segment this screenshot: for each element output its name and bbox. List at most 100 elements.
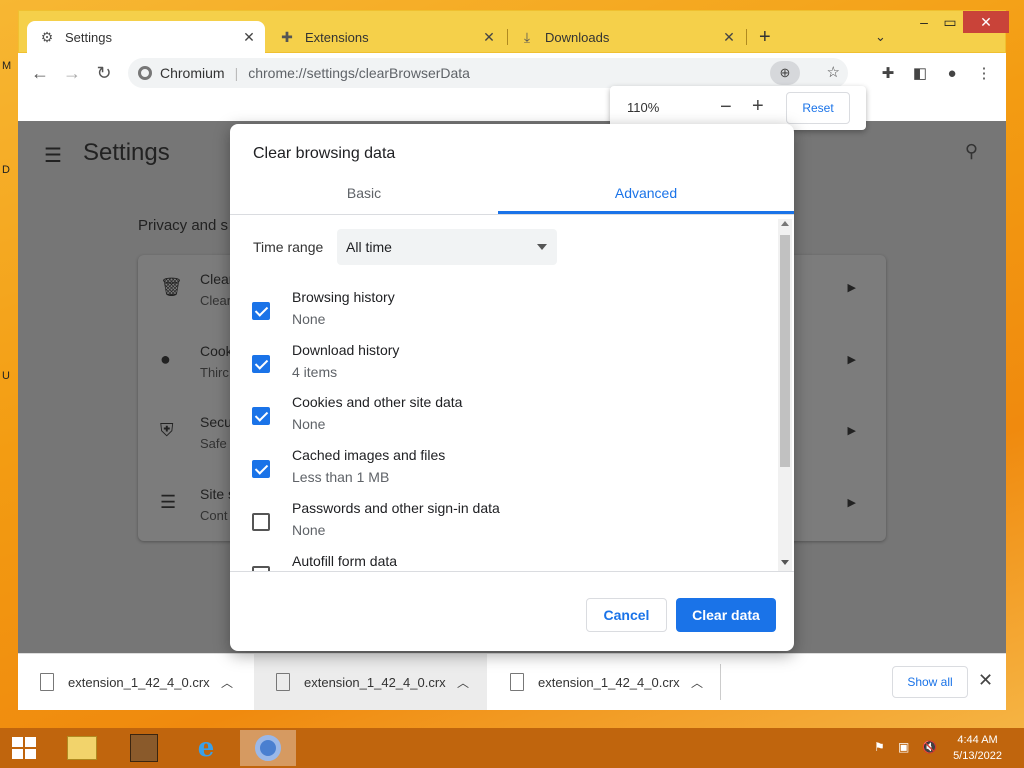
maximize-button[interactable]: ▭ (933, 11, 967, 33)
star-icon[interactable]: ☆ (827, 63, 840, 81)
close-icon[interactable]: ✕ (719, 29, 739, 46)
shield-icon: ⛨ (160, 420, 174, 440)
dialog-scrollbar[interactable] (778, 219, 792, 571)
window-close-button[interactable]: ✕ (963, 11, 1009, 33)
download-item[interactable]: extension_1_42_4_0.crx ︿ (18, 654, 251, 710)
chevron-up-icon[interactable]: ︿ (457, 674, 469, 691)
tab-search-button[interactable]: ⌄ (875, 21, 899, 53)
download-item[interactable]: extension_1_42_4_0.crx ︿ (488, 654, 721, 710)
time-range-value: All time (346, 239, 392, 255)
extensions-icon[interactable]: ✚ (876, 61, 900, 85)
side-panel-icon[interactable]: ◧ (908, 61, 932, 85)
close-icon[interactable]: ✕ (239, 29, 259, 46)
taskbar-chromium[interactable] (240, 730, 296, 766)
option-passwords[interactable]: Passwords and other sign-in data None (230, 500, 778, 552)
checkbox[interactable] (252, 460, 270, 478)
windows-logo-icon (12, 737, 36, 759)
back-button[interactable]: ← (28, 61, 52, 85)
url-divider: | (234, 65, 239, 81)
tab-downloads[interactable]: ⤓ Downloads ✕ (507, 21, 745, 53)
flag-icon[interactable]: ⚑ (874, 740, 885, 754)
arrow-right-icon: → (63, 62, 81, 83)
zoom-icon[interactable]: ⊕ (770, 61, 800, 85)
option-label: Cached images and files (292, 447, 446, 463)
tab-label: Settings (65, 29, 112, 45)
zoom-out-button[interactable]: − (720, 96, 732, 119)
show-all-button[interactable]: Show all (892, 666, 968, 698)
file-icon (510, 673, 524, 691)
download-filename: extension_1_42_4_0.crx (538, 674, 680, 690)
network-icon[interactable]: ▣ (898, 740, 909, 754)
chevron-right-icon: ▶ (847, 425, 856, 437)
chevron-up-icon[interactable]: ︿ (221, 674, 233, 691)
option-label: Autofill form data (292, 553, 398, 569)
folder-icon (67, 736, 97, 760)
taskbar-internet-explorer[interactable]: e (178, 730, 234, 766)
row-subtitle: Thirc (200, 365, 229, 380)
tab-basic[interactable]: Basic (230, 174, 498, 214)
chevron-right-icon: ▶ (847, 354, 856, 366)
system-clock[interactable]: 4:44 AM 5/13/2022 (953, 732, 1002, 764)
clear-data-button[interactable]: Clear data (676, 598, 776, 632)
taskbar-archive-app[interactable] (116, 730, 172, 766)
profile-icon[interactable]: ● (940, 61, 964, 85)
taskbar: e ⚑ ▣ 🔇 4:44 AM 5/13/2022 (0, 728, 1024, 768)
address-bar[interactable]: Chromium | chrome://settings/clearBrowse… (128, 58, 848, 88)
download-shelf: extension_1_42_4_0.crx ︿ extension_1_42_… (18, 653, 1006, 710)
dialog-body: Time range All time Browsing history Non… (230, 215, 778, 571)
row-subtitle: Clear (200, 293, 232, 308)
tab-strip: ⚙ Settings ✕ ✚ Extensions ✕ ⤓ Downloads … (18, 10, 1009, 53)
chromium-icon (255, 735, 281, 761)
dialog-title: Clear browsing data (253, 145, 396, 162)
option-download-history[interactable]: Download history 4 items (230, 342, 778, 394)
taskbar-file-explorer[interactable] (54, 730, 110, 766)
option-cached-images[interactable]: Cached images and files Less than 1 MB (230, 447, 778, 499)
start-button[interactable] (0, 730, 48, 766)
chevron-right-icon: ▶ (847, 282, 856, 294)
checkbox[interactable] (252, 355, 270, 373)
option-detail: Less than 1 MB (292, 469, 390, 485)
section-heading: Privacy and s (138, 217, 229, 234)
file-icon (40, 673, 54, 691)
tab-settings[interactable]: ⚙ Settings ✕ (27, 21, 265, 53)
option-browsing-history[interactable]: Browsing history None (230, 289, 778, 341)
menu-kebab-icon[interactable]: ⋮ (972, 61, 996, 85)
option-cookies[interactable]: Cookies and other site data None (230, 394, 778, 446)
cancel-button[interactable]: Cancel (586, 598, 667, 632)
close-icon[interactable]: ✕ (978, 670, 993, 691)
volume-muted-icon[interactable]: 🔇 (922, 740, 937, 754)
checkbox[interactable] (252, 407, 270, 425)
download-item[interactable]: extension_1_42_4_0.crx ︿ (254, 654, 487, 710)
chevron-right-icon: ▶ (847, 497, 856, 509)
zoom-reset-button[interactable]: Reset (786, 92, 850, 124)
zoom-in-button[interactable]: + (752, 95, 764, 118)
forward-button[interactable]: → (60, 61, 84, 85)
checkbox[interactable] (252, 302, 270, 320)
reload-button[interactable]: ↻ (92, 61, 116, 85)
option-detail: None (292, 416, 326, 432)
time-range-select[interactable]: All time (337, 229, 557, 265)
option-label: Download history (292, 342, 400, 358)
desktop-icon-label: U (2, 370, 10, 382)
option-autofill[interactable]: Autofill form data (230, 553, 778, 571)
row-title: Clear (200, 271, 234, 287)
tab-advanced[interactable]: Advanced (498, 174, 794, 214)
new-tab-button[interactable]: + (753, 21, 783, 53)
scroll-up-icon[interactable] (781, 221, 789, 226)
search-icon[interactable]: ⚲ (965, 141, 978, 162)
scroll-down-icon[interactable] (781, 560, 789, 565)
cookie-icon: ● (160, 349, 171, 369)
trash-icon: 🗑 (160, 277, 183, 297)
arrow-left-icon: ← (31, 62, 49, 83)
option-label: Browsing history (292, 289, 395, 305)
page-title: Settings (83, 139, 170, 166)
scrollbar-thumb[interactable] (780, 235, 790, 467)
hamburger-menu-icon[interactable]: ☰ (44, 143, 64, 168)
checkbox[interactable] (252, 513, 270, 531)
close-icon[interactable]: ✕ (479, 29, 499, 46)
puzzle-icon: ✚ (281, 28, 293, 45)
chevron-up-icon[interactable]: ︿ (691, 674, 703, 691)
row-subtitle: Cont (200, 508, 228, 523)
site-name: Chromium (160, 65, 225, 81)
tab-extensions[interactable]: ✚ Extensions ✕ (267, 21, 505, 53)
